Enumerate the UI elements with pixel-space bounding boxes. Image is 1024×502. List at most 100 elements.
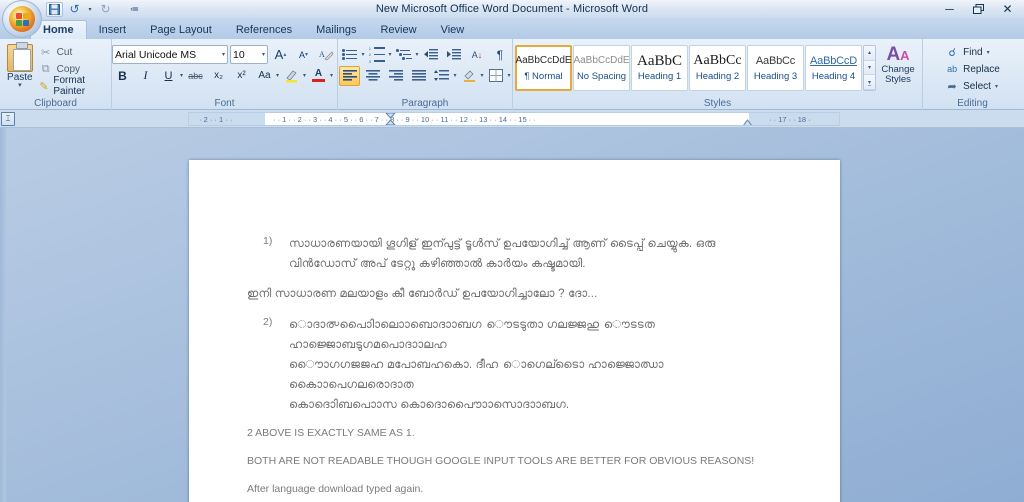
style-heading-3[interactable]: AaBbCc Heading 3: [747, 45, 804, 91]
change-styles-button[interactable]: AA Change Styles: [876, 45, 920, 85]
first-line-indent-marker[interactable]: [385, 113, 396, 125]
shading-dropdown-icon[interactable]: ▾: [481, 72, 484, 79]
font-name-dropdown-icon[interactable]: ▾: [222, 51, 225, 58]
change-styles-icon: AA: [886, 44, 910, 65]
font-color-button[interactable]: A: [308, 66, 329, 86]
change-styles-label2: Styles: [885, 74, 911, 85]
styles-gallery-scrollbar[interactable]: ▴ ▾ ▾̲: [863, 45, 876, 91]
line-spacing-dropdown-icon[interactable]: ▾: [453, 72, 456, 79]
decrease-indent-button[interactable]: [421, 45, 442, 65]
list-item-text: ൊദാ൞പൊിൊലൊാബൊദാാബഗ ൌടടുതാ ഗലജ്ജഹു ൌ…: [289, 315, 782, 415]
replace-button[interactable]: ab Replace: [942, 61, 1003, 77]
format-painter-label: Format Painter: [53, 75, 86, 97]
office-button[interactable]: [2, 0, 42, 38]
superscript-button[interactable]: x²: [231, 66, 252, 86]
document-line: After language download typed again.: [247, 483, 424, 495]
find-button[interactable]: ☌ Find ▾: [942, 44, 1003, 60]
underline-button[interactable]: U: [158, 66, 179, 86]
find-dropdown-icon[interactable]: ▾: [987, 49, 990, 56]
sort-button[interactable]: A ↓: [467, 45, 488, 65]
numbering-button[interactable]: 1 2 3: [367, 45, 388, 65]
font-name-combobox[interactable]: Arial Unicode MS ▾: [112, 45, 228, 64]
document-page[interactable]: 1) സാധാരണയായി ഗൂഗിള് ഇന്പുട്ട് ടൂള്‍സ് ഉപ…: [189, 160, 840, 502]
paste-button[interactable]: Paste ▾: [4, 42, 36, 89]
increase-indent-button[interactable]: [444, 45, 465, 65]
font-size-dropdown-icon[interactable]: ▾: [262, 51, 265, 58]
style-heading-2[interactable]: AaBbCc Heading 2: [689, 45, 746, 91]
select-button[interactable]: ➦ Select ▾: [942, 78, 1003, 94]
styles-more-icon[interactable]: ▾̲: [864, 75, 875, 90]
binoculars-icon: ☌: [948, 46, 956, 59]
tab-page-layout[interactable]: Page Layout: [138, 20, 224, 39]
horizontal-ruler[interactable]: · 2 · · 1 · · · · 1 · · 2 · · 3 · · 4 · …: [188, 112, 840, 126]
superscript-icon: x²: [237, 70, 246, 81]
document-line: BOTH ARE NOT READABLE THOUGH GOOGLE INPU…: [247, 455, 755, 467]
bullets-button[interactable]: [339, 45, 360, 65]
cut-button[interactable]: ✂ Cut: [36, 44, 107, 60]
styles-scroll-down-icon[interactable]: ▾: [864, 60, 875, 76]
minimize-button[interactable]: ─: [935, 1, 964, 18]
redo-icon[interactable]: ↻: [97, 2, 114, 17]
list-item: 1) സാധാരണയായി ഗൂഗിള് ഇന്പുട്ട് ടൂള്‍സ് ഉപ…: [247, 234, 782, 274]
underline-icon: U: [164, 69, 173, 82]
undo-icon[interactable]: ↺: [66, 2, 83, 17]
format-painter-button[interactable]: ✎ Format Painter: [36, 75, 107, 97]
line-spacing-button[interactable]: [431, 66, 452, 86]
bold-button[interactable]: B: [112, 66, 133, 86]
font-size-combobox[interactable]: 10 ▾: [230, 45, 268, 64]
paste-caret-icon[interactable]: ▾: [18, 82, 22, 89]
style-normal[interactable]: AaBbCcDdE ¶ Normal: [515, 45, 572, 91]
style-no-spacing[interactable]: AaBbCcDdE No Spacing: [573, 45, 630, 91]
tab-mailings[interactable]: Mailings: [304, 20, 368, 39]
strikethrough-button[interactable]: abc: [185, 66, 206, 86]
undo-dropdown-icon[interactable]: ▾: [86, 2, 94, 17]
tab-references[interactable]: References: [224, 20, 304, 39]
change-case-icon: Aa: [258, 70, 271, 81]
multilevel-list-button[interactable]: [394, 45, 415, 65]
document-workspace[interactable]: 1) സാധാരണയായി ഗൂഗിള് ഇന്പുട്ട് ടൂള്‍സ് ഉപ…: [0, 128, 1024, 502]
tab-stop-selector[interactable]: ⌶: [1, 111, 15, 126]
close-button[interactable]: ✕: [993, 1, 1022, 18]
tab-view[interactable]: View: [429, 20, 477, 39]
tab-review[interactable]: Review: [368, 20, 428, 39]
save-icon[interactable]: [46, 1, 63, 17]
multilevel-dropdown-icon[interactable]: ▾: [416, 51, 419, 58]
list-item-number: 1): [263, 235, 273, 247]
styles-scroll-up-icon[interactable]: ▴: [864, 46, 875, 61]
shading-button[interactable]: [459, 66, 480, 86]
justify-button[interactable]: [408, 66, 429, 86]
align-center-button[interactable]: [362, 66, 383, 86]
style-preview: AaBbCcDdE: [573, 55, 630, 66]
customize-qat-icon[interactable]: ≔: [126, 2, 143, 17]
clear-formatting-button[interactable]: A: [316, 45, 337, 65]
office-orb-icon: [9, 6, 35, 32]
subscript-button[interactable]: x₂: [208, 66, 229, 86]
copy-icon: ⧉: [41, 62, 50, 75]
italic-button[interactable]: I: [135, 66, 156, 86]
text-highlight-button[interactable]: [281, 66, 302, 86]
align-right-button[interactable]: [385, 66, 406, 86]
underline-dropdown-icon[interactable]: ▾: [180, 72, 183, 79]
select-dropdown-icon[interactable]: ▾: [995, 83, 998, 90]
numbered-list: 1) സാധാരണയായി ഗൂഗിള് ഇന്പുട്ട് ടൂള്‍സ് ഉപ…: [247, 234, 782, 274]
style-heading-4[interactable]: AaBbCcD Heading 4: [805, 45, 862, 91]
style-heading-1[interactable]: AaBbC Heading 1: [631, 45, 688, 91]
show-formatting-marks-button[interactable]: ¶: [490, 45, 511, 65]
document-text-body[interactable]: 1) സാധാരണയായി ഗൂഗിള് ഇന്പുട്ട് ടൂള്‍സ് ഉപ…: [247, 234, 782, 502]
shrink-font-button[interactable]: A ▾: [293, 45, 314, 65]
change-case-button[interactable]: Aa: [254, 66, 275, 86]
style-preview: AaBbCc: [693, 53, 742, 68]
restore-button[interactable]: [964, 1, 993, 18]
tab-insert[interactable]: Insert: [87, 20, 139, 39]
change-case-dropdown-icon[interactable]: ▾: [276, 72, 279, 79]
borders-dropdown-icon[interactable]: ▾: [508, 72, 511, 79]
grow-font-button[interactable]: A ▴: [270, 45, 291, 65]
bullets-dropdown-icon[interactable]: ▾: [361, 51, 364, 58]
right-indent-marker[interactable]: [742, 119, 753, 125]
highlight-dropdown-icon[interactable]: ▾: [303, 72, 306, 79]
font-color-dropdown-icon[interactable]: ▾: [330, 72, 333, 79]
numbered-list: 2)ൊദാ൞പൊിൊലൊാബൊദാാബഗ ൌടടുതാ ഗലജ്ജഹു…: [247, 315, 782, 415]
borders-button[interactable]: [486, 66, 507, 86]
numbering-dropdown-icon[interactable]: ▾: [389, 51, 392, 58]
align-left-button[interactable]: [339, 65, 361, 86]
